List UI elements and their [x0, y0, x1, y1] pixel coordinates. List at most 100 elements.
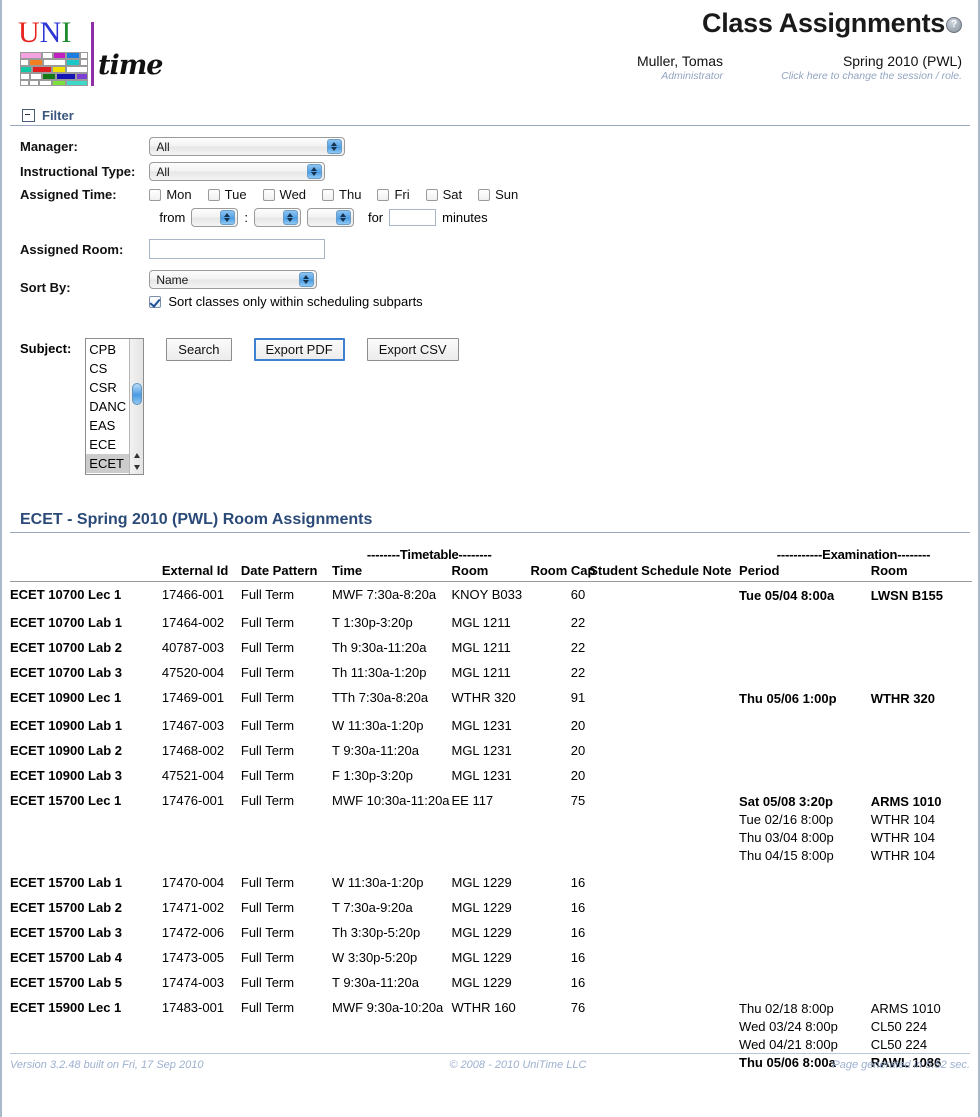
- sort-by-select[interactable]: Name: [149, 270, 318, 289]
- cell-note: [589, 788, 739, 870]
- page-header: UNI time Class Assignments ? Muller, Tom…: [10, 0, 970, 100]
- cell-note: [589, 660, 739, 685]
- checkbox-sort-subparts[interactable]: [149, 295, 162, 308]
- time-hour-select[interactable]: [191, 208, 239, 227]
- cell-exam-period: [739, 660, 871, 685]
- checkbox-thu[interactable]: [322, 188, 335, 201]
- day-item-mon[interactable]: Mon: [149, 187, 192, 202]
- subject-listbox[interactable]: CPB CS CSR DANC EAS ECE ECET: [85, 338, 145, 475]
- sort-subparts-row[interactable]: Sort classes only within scheduling subp…: [149, 294, 534, 309]
- column-header-external-id[interactable]: External Id: [161, 563, 241, 582]
- day-item-tue[interactable]: Tue: [207, 187, 247, 202]
- assigned-room-input[interactable]: [149, 239, 326, 259]
- checkbox-sun[interactable]: [478, 188, 491, 201]
- help-icon[interactable]: ?: [946, 16, 962, 33]
- cell-exam-period: [739, 870, 871, 895]
- cell-room-cap: 16: [570, 975, 586, 990]
- day-label-mon: Mon: [166, 187, 192, 202]
- time-minute-select[interactable]: [253, 208, 301, 227]
- scrollbar-thumb[interactable]: [132, 383, 143, 405]
- subject-and-actions-row: Subject: CPB CS CSR DANC EAS ECE ECET Se…: [10, 338, 970, 475]
- cell-exam-period: Tue 05/04 8:00a: [739, 582, 871, 611]
- scroll-up-arrow-icon[interactable]: [134, 453, 141, 458]
- checkbox-mon[interactable]: [149, 188, 162, 201]
- day-label-sun: Sun: [495, 187, 519, 202]
- table-row[interactable]: ECET 10700 Lec 1 17466-001 Full Term MWF 7:…: [10, 582, 972, 611]
- duration-input[interactable]: [389, 209, 437, 226]
- instructional-type-field-cell: All: [149, 159, 534, 184]
- table-row[interactable]: ECET 10900 Lec 1 17469-001 Full Term TTh 7:…: [10, 685, 972, 713]
- collapse-filter-icon[interactable]: [22, 109, 35, 122]
- logo-time-text: time: [98, 50, 163, 81]
- class-assignments-table: --------Timetable-------- -----------Exa…: [10, 547, 972, 1077]
- cell-exam-room: [871, 970, 972, 995]
- day-item-wed[interactable]: Wed: [262, 187, 306, 202]
- session-info[interactable]: Spring 2010 (PWL) Click here to change t…: [781, 53, 962, 83]
- column-header-room-cap[interactable]: Room Cap: [530, 563, 595, 582]
- day-label-thu: Thu: [339, 187, 362, 202]
- search-button[interactable]: Search: [166, 338, 232, 361]
- column-header-exam-period[interactable]: Period: [739, 563, 871, 582]
- table-row[interactable]: ECET 15700 Lec 1 17476-001 Full Term MWF 10…: [10, 788, 972, 870]
- export-pdf-button[interactable]: Export PDF: [253, 338, 345, 361]
- logo-divider-bar: [91, 22, 94, 86]
- column-header-date-pattern[interactable]: Date Pattern: [240, 563, 332, 582]
- table-row[interactable]: ECET 15700 Lab 5 17474-003 Full Term T 9:30…: [10, 970, 972, 995]
- table-row[interactable]: ECET 10700 Lab 2 40787-003 Full Term Th 9:3…: [10, 635, 972, 660]
- cell-class-name: ECET 15700 Lab 2: [10, 900, 122, 915]
- table-body: ECET 10700 Lec 1 17466-001 Full Term MWF 7:…: [10, 582, 972, 1078]
- manager-select[interactable]: All: [149, 137, 346, 156]
- session-name[interactable]: Spring 2010 (PWL): [781, 53, 962, 70]
- day-item-fri[interactable]: Fri: [377, 187, 410, 202]
- checkbox-tue[interactable]: [207, 188, 220, 201]
- table-row[interactable]: ECET 10700 Lab 1 17464-002 Full Term T 1:30…: [10, 610, 972, 635]
- manager-select-value: All: [156, 140, 170, 154]
- instructional-type-select[interactable]: All: [149, 162, 326, 181]
- cell-note: [589, 870, 739, 895]
- page-content: UNI time Class Assignments ? Muller, Tom…: [0, 0, 980, 1077]
- cell-time: Th 9:30a-11:20a: [332, 640, 427, 655]
- table-row[interactable]: ECET 15700 Lab 3 17472-006 Full Term Th 3:3…: [10, 920, 972, 945]
- cell-date-pattern: Full Term: [240, 900, 295, 915]
- assigned-time-days-cell: Mon Tue Wed Thu Fri Sat Sun: [149, 184, 534, 205]
- cell-room: MGL 1231: [451, 743, 512, 758]
- column-header-exam-room[interactable]: Room: [870, 563, 972, 582]
- user-role: Administrator: [661, 70, 724, 82]
- column-header-room[interactable]: Room: [451, 563, 531, 582]
- export-csv-button[interactable]: Export CSV: [366, 338, 459, 361]
- change-session-link[interactable]: Click here to change the session / role.: [781, 70, 962, 83]
- checkbox-sat[interactable]: [425, 188, 438, 201]
- table-row[interactable]: ECET 15700 Lab 2 17471-002 Full Term T 7:30…: [10, 895, 972, 920]
- cell-external-id: 17473-005: [161, 950, 225, 965]
- time-ampm-select[interactable]: [306, 208, 354, 227]
- table-row[interactable]: ECET 10900 Lab 2 17468-002 Full Term T 9:30…: [10, 738, 972, 763]
- day-item-thu[interactable]: Thu: [322, 187, 361, 202]
- table-row[interactable]: ECET 15700 Lab 1 17470-004 Full Term W 11:3…: [10, 870, 972, 895]
- table-row[interactable]: ECET 15700 Lab 4 17473-005 Full Term W 3:30…: [10, 945, 972, 970]
- checkbox-wed[interactable]: [262, 188, 275, 201]
- cell-time: Th 3:30p-5:20p: [332, 925, 421, 940]
- column-header-note[interactable]: Student Schedule Note: [589, 563, 740, 582]
- results-title: ECET - Spring 2010 (PWL) Room Assignment…: [10, 511, 970, 533]
- cell-note: [589, 945, 739, 970]
- table-row[interactable]: ECET 10900 Lab 1 17467-003 Full Term W 11:3…: [10, 713, 972, 738]
- table-row[interactable]: ECET 10900 Lab 3 47521-004 Full Term F 1:30…: [10, 763, 972, 788]
- cell-exam-period: [739, 895, 871, 920]
- column-header-name[interactable]: [10, 563, 162, 582]
- cell-room-cap: 20: [570, 768, 586, 783]
- chevron-updown-icon: [299, 272, 315, 287]
- cell-date-pattern: Full Term: [240, 975, 295, 990]
- day-item-sun[interactable]: Sun: [478, 187, 518, 202]
- column-header-time[interactable]: Time: [332, 563, 452, 582]
- cell-note: [589, 685, 739, 713]
- table-row[interactable]: ECET 10700 Lab 3 47520-004 Full Term Th 11:…: [10, 660, 972, 685]
- cell-external-id: 40787-003: [161, 640, 225, 655]
- day-item-sat[interactable]: Sat: [425, 187, 462, 202]
- cell-external-id: 47520-004: [161, 665, 225, 680]
- scroll-down-arrow-icon[interactable]: [134, 465, 141, 470]
- instructional-type-select-value: All: [156, 165, 170, 179]
- cell-exam-room: [871, 945, 972, 970]
- cell-date-pattern: Full Term: [240, 615, 295, 630]
- subject-listbox-scrollbar[interactable]: [129, 339, 144, 474]
- checkbox-fri[interactable]: [377, 188, 390, 201]
